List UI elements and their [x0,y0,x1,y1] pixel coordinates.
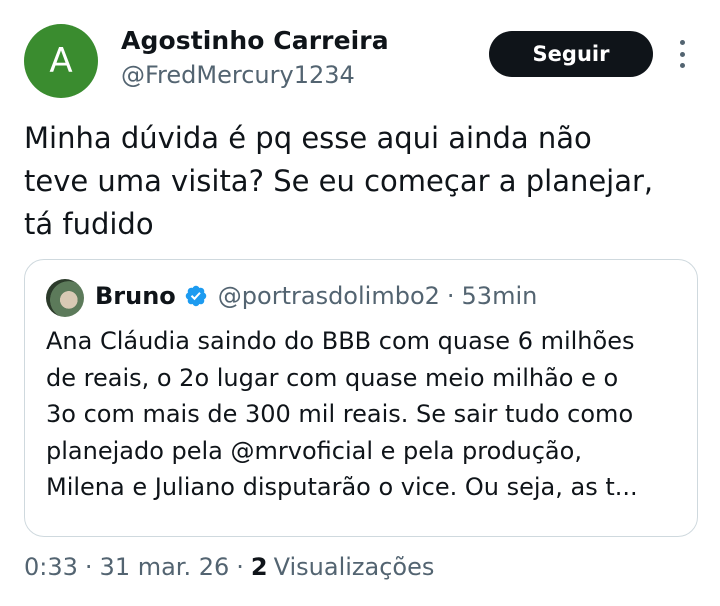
avatar[interactable]: A [24,24,98,98]
quote-separator: · [446,282,455,310]
tweet-card: A Agostinho Carreira @FredMercury1234 Se… [0,0,720,606]
quote-text-line: Milena e Juliano disputarão o vice. Ou s… [46,473,638,501]
quote-author-name[interactable]: Bruno [95,282,176,310]
tweet-time[interactable]: 0:33 [24,553,78,581]
quote-text-line: 3o com mais de 300 mil reais. Se sair tu… [46,400,634,428]
quote-text-line: Ana Cláudia saindo do BBB com quase 6 mi… [46,327,635,355]
quote-avatar[interactable] [46,279,84,317]
follow-button[interactable]: Seguir [489,31,653,77]
tweet-meta: 0:33 · 31 mar. 26 · 2 Visualizações [24,553,434,581]
tweet-text-line: tá fudido [24,207,154,241]
more-vertical-icon[interactable] [674,40,690,68]
meta-separator: · [236,553,244,581]
views-label[interactable]: Visualizações [274,553,435,581]
author-display-name[interactable]: Agostinho Carreira [121,26,389,55]
verified-badge-icon [185,285,207,307]
quote-text-line: de reais, o 2o lugar com quase meio milh… [46,363,619,392]
meta-separator: · [84,553,93,581]
quote-author-handle[interactable]: @portrasdolimbo2 [218,282,440,310]
tweet-date[interactable]: 31 mar. 26 [100,553,230,581]
avatar-initial: A [49,41,73,81]
quote-text-line: planejado pela @mrvoficial e pela produç… [46,436,582,465]
views-count[interactable]: 2 [251,553,268,581]
quote-text: Ana Cláudia saindo do BBB com quase 6 mi… [46,323,686,506]
quote-timestamp[interactable]: 53min [462,282,538,310]
tweet-text-line: Minha dúvida é pq esse aqui ainda não [24,121,592,155]
quoted-tweet[interactable]: Bruno @portrasdolimbo2 · 53min Ana Cláud… [24,259,698,537]
more-dot [679,51,685,57]
tweet-text: Minha dúvida é pq esse aqui ainda não te… [24,117,704,246]
more-dot [679,63,685,68]
quote-header: Bruno @portrasdolimbo2 · 53min [95,282,537,310]
author-handle[interactable]: @FredMercury1234 [121,61,355,89]
tweet-text-line: teve uma visita? Se eu começar a planeja… [24,164,654,198]
more-dot [679,40,685,45]
